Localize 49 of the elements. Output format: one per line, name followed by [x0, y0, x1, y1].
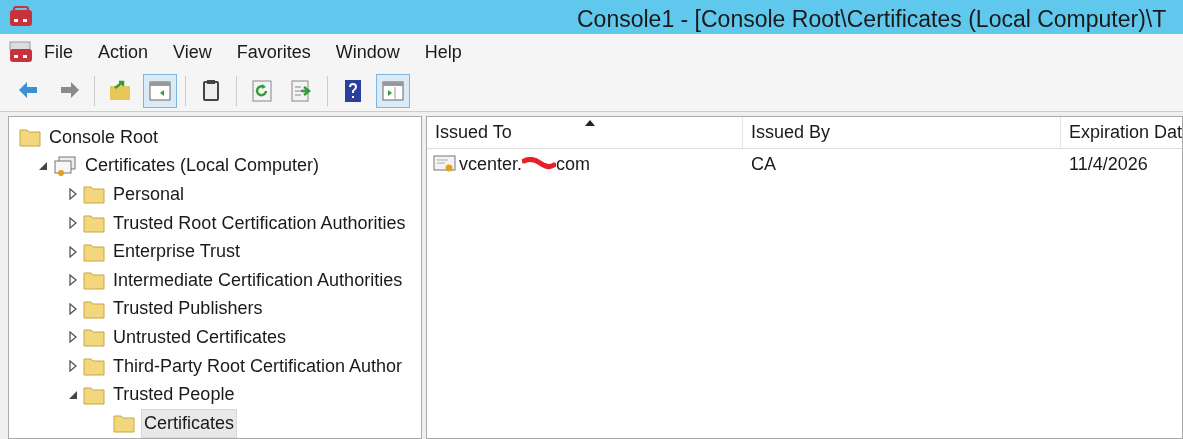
tree-item[interactable]: Trusted Root Certification Authorities — [111, 209, 408, 237]
folder-icon — [83, 213, 105, 234]
folder-icon — [83, 356, 105, 377]
tree-item[interactable]: Third-Party Root Certification Author — [111, 352, 405, 380]
tree-item[interactable]: Untrusted Certificates — [111, 323, 289, 351]
expand-arrow-icon[interactable] — [68, 217, 78, 230]
table-cell-text: vcenter. — [459, 152, 523, 176]
app-icon — [8, 6, 34, 28]
tree-item[interactable]: Console Root — [47, 123, 161, 151]
menu-item[interactable]: Help — [424, 38, 462, 66]
window-title: Console1 - [Console Root\Certificates (Local Computer)\T — [577, 5, 1167, 34]
column-header[interactable]: Issued By — [743, 117, 1061, 148]
folder-icon — [83, 298, 105, 319]
folder-icon — [83, 327, 105, 348]
tree-item[interactable]: Enterprise Trust — [111, 238, 243, 266]
tree-item[interactable]: Personal — [111, 181, 187, 208]
folder-icon — [19, 127, 41, 148]
folder-icon — [83, 384, 105, 405]
menu-item[interactable]: Action — [98, 38, 149, 66]
certificate-store-icon — [53, 154, 77, 177]
menu-item[interactable]: Favorites — [236, 38, 311, 66]
expand-arrow-icon[interactable] — [68, 360, 78, 373]
refresh-icon — [249, 77, 275, 104]
column-header[interactable]: Expiration Dat — [1061, 117, 1182, 148]
expand-arrow-icon[interactable] — [68, 188, 78, 201]
expand-arrow-icon[interactable] — [68, 245, 78, 258]
menu-item[interactable]: View — [173, 38, 212, 66]
expand-arrow-icon[interactable] — [68, 331, 78, 344]
expand-arrow-icon[interactable] — [68, 274, 78, 287]
folder-icon — [113, 413, 135, 434]
redaction-mark — [522, 157, 557, 171]
collapse-arrow-icon[interactable] — [38, 160, 48, 171]
menu-item[interactable]: Window — [335, 38, 400, 66]
tree-item[interactable]: Certificates (Local Computer) — [83, 152, 322, 180]
tree-item[interactable]: Trusted Publishers — [111, 295, 265, 323]
menu-item[interactable]: File — [44, 38, 73, 66]
tree-item[interactable]: Intermediate Certification Authorities — [111, 266, 405, 294]
table-cell: CA — [751, 153, 776, 174]
folder-icon — [83, 184, 105, 205]
tree-item[interactable]: Trusted People — [111, 381, 237, 409]
table-cell-text: com — [556, 152, 591, 176]
table-cell: 11/4/2026 — [1069, 153, 1148, 174]
tree-item[interactable]: Certificates — [141, 408, 238, 438]
folder-icon — [83, 270, 105, 291]
collapse-arrow-icon[interactable] — [68, 389, 78, 400]
expand-arrow-icon[interactable] — [68, 302, 78, 315]
app-icon[interactable] — [8, 40, 34, 64]
column-header[interactable]: Issued To — [427, 117, 743, 148]
folder-icon — [83, 241, 105, 262]
